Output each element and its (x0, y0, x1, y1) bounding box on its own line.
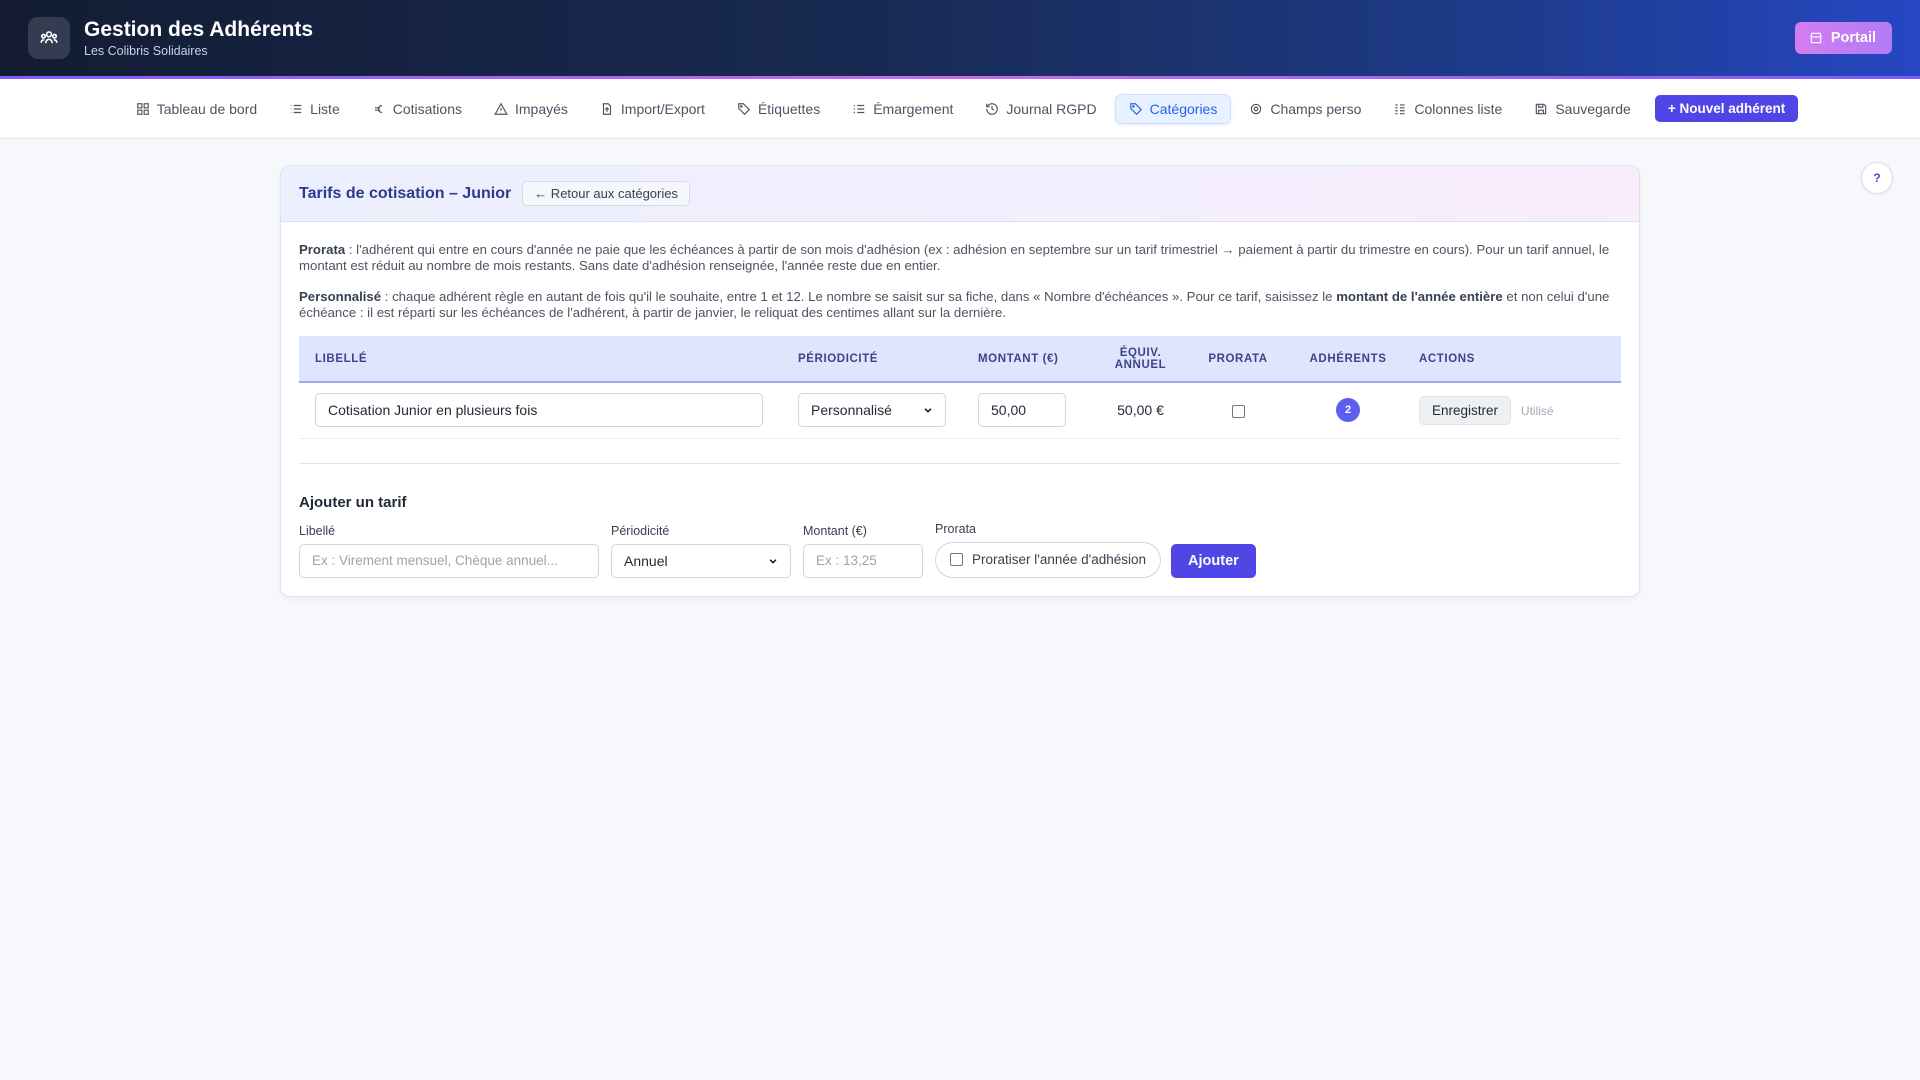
new-periodicity-value: Annuel (624, 552, 668, 569)
main-navigation: Tableau de bord Liste Cotisations Impayé… (0, 79, 1920, 139)
new-prorata-checkbox-label: Proratiser l'année d'adhésion (972, 552, 1147, 567)
tariff-label-input[interactable]: Cotisation Junior en plusieurs fois (315, 393, 763, 428)
nav-tableau-de-bord[interactable]: Tableau de bord (122, 94, 271, 124)
periodicity-value: Personnalisé (811, 402, 892, 419)
used-status: Utilisé (1520, 403, 1554, 418)
nav-etiquettes[interactable]: Étiquettes (723, 94, 834, 124)
new-member-button[interactable]: + Nouvel adhérent (1654, 95, 1799, 122)
add-tariff-title: Ajouter un tarif (299, 493, 407, 511)
nav-import-export[interactable]: Import/Export (586, 94, 719, 124)
nav-label: Liste (310, 100, 340, 117)
column-header-periodicity: PÉRIODICITÉ (798, 352, 879, 365)
members-count-badge: 2 (1336, 398, 1360, 423)
nav-label: Tableau de bord (156, 100, 258, 117)
card-title: Tarifs de cotisation – Junior (299, 184, 512, 202)
new-prorata-checkbox[interactable] (950, 553, 963, 566)
portal-button[interactable]: Portail (1794, 22, 1892, 54)
header-annual-line-1: ÉQUIV. (1119, 346, 1162, 359)
nav-label: Colonnes liste (1414, 100, 1503, 117)
help-button[interactable]: ? (1861, 162, 1893, 194)
tag-icon (738, 102, 751, 115)
custom-info: Personnalisé : chaque adhérent règle en … (299, 289, 1621, 321)
back-to-categories-button[interactable]: ← Retour aux catégories (522, 181, 690, 206)
nav-cotisations[interactable]: Cotisations (358, 94, 476, 124)
prorata-term: Prorata (299, 242, 346, 257)
annual-equivalent: 50,00 € (1098, 382, 1183, 439)
nav-journal-rgpd[interactable]: Journal RGPD (971, 94, 1110, 124)
custom-text: : chaque adhérent règle en autant de foi… (381, 289, 1337, 304)
add-tariff-button[interactable]: Ajouter (1171, 543, 1256, 578)
store-icon (1810, 32, 1822, 44)
periodicity-select[interactable]: Personnalisé (798, 393, 946, 428)
nav-label: Champs perso (1270, 100, 1362, 117)
chevron-down-icon (769, 558, 777, 564)
new-periodicity-select[interactable]: Annuel (611, 543, 791, 578)
table-row: Cotisation Junior en plusieurs fois Pers… (299, 382, 1621, 439)
nav-label: Émargement (873, 100, 954, 117)
save-icon (1536, 103, 1547, 114)
organization-name: Les Colibris Solidaires (84, 44, 208, 58)
column-header-actions: ACTIONS (1419, 352, 1475, 365)
card-header: Tarifs de cotisation – Junior ← Retour a… (281, 166, 1639, 222)
tariffs-table: LIBELLÉ PÉRIODICITÉ MONTANT (€) ÉQUIV. AN… (299, 336, 1621, 439)
header-annual-line-2: ANNUEL (1114, 358, 1167, 371)
nav-champs-perso[interactable]: Champs perso (1235, 94, 1375, 124)
app-title: Gestion des Adhérents (84, 18, 314, 41)
column-header-members: ADHÉRENTS (1309, 352, 1387, 365)
warning-icon (494, 102, 508, 115)
custom-bold-text: montant de l'année entière (1336, 289, 1503, 304)
history-icon (986, 102, 999, 115)
chevron-down-icon (924, 408, 932, 413)
add-tariff-form: Libellé Ex : Virement mensuel, Chèque an… (299, 522, 1621, 578)
grid-icon (136, 102, 149, 115)
new-label-placeholder: Ex : Virement mensuel, Chèque annuel... (312, 553, 558, 568)
nav-colonnes-liste[interactable]: Colonnes liste (1379, 94, 1516, 124)
app-header: Gestion des Adhérents Les Colibris Solid… (0, 0, 1920, 79)
nav-impayes[interactable]: Impayés (480, 94, 582, 124)
euro-icon (374, 104, 382, 113)
custom-term: Personnalisé (299, 289, 382, 304)
new-prorata-toggle[interactable]: Proratiser l'année d'adhésion (935, 541, 1162, 578)
nav-label: Cotisations (392, 100, 462, 117)
prorata-text: : l'adhérent qui entre en cours d'année … (299, 242, 1610, 273)
column-header-prorata: PRORATA (1208, 352, 1268, 365)
prorata-info: Prorata : l'adhérent qui entre en cours … (299, 242, 1621, 274)
save-button[interactable]: Enregistrer (1419, 395, 1512, 425)
nav-label: Import/Export (620, 100, 705, 117)
file-transfer-icon (602, 102, 612, 115)
tariff-card: Tarifs de cotisation – Junior ← Retour a… (280, 165, 1640, 597)
nav-sauvegarde[interactable]: Sauvegarde (1520, 94, 1645, 124)
column-header-label: LIBELLÉ (315, 352, 368, 365)
new-amount-label: Montant (€) (803, 523, 867, 538)
prorata-checkbox[interactable] (1231, 405, 1245, 419)
checklist-icon (853, 104, 865, 113)
portal-label: Portail (1830, 30, 1876, 46)
new-prorata-label: Prorata (935, 521, 976, 536)
nav-categories[interactable]: Catégories (1114, 93, 1232, 124)
new-amount-placeholder: Ex : 13,25 (816, 553, 877, 568)
nav-liste[interactable]: Liste (275, 94, 354, 124)
nav-label: Impayés (515, 100, 568, 117)
columns-icon (1395, 103, 1406, 114)
nav-emargement[interactable]: Émargement (838, 94, 967, 124)
nav-label: Sauvegarde (1555, 100, 1631, 117)
nav-label: Journal RGPD (1006, 100, 1097, 117)
column-header-amount: MONTANT (€) (978, 352, 1059, 365)
gear-icon (1251, 103, 1262, 114)
column-header-annual: ÉQUIV. ANNUEL (1098, 336, 1183, 382)
users-icon (40, 31, 58, 44)
nav-label: Étiquettes (757, 100, 821, 117)
list-icon (290, 104, 302, 113)
new-label-label: Libellé (299, 523, 336, 538)
app-logo (28, 17, 70, 59)
amount-input[interactable]: 50,00 (978, 393, 1066, 428)
new-amount-input[interactable]: Ex : 13,25 (803, 543, 923, 578)
new-periodicity-label: Périodicité (611, 523, 670, 538)
tag-icon (1129, 102, 1142, 115)
new-label-input[interactable]: Ex : Virement mensuel, Chèque annuel... (299, 543, 599, 578)
section-divider (299, 462, 1621, 464)
nav-label: Catégories (1149, 100, 1218, 117)
